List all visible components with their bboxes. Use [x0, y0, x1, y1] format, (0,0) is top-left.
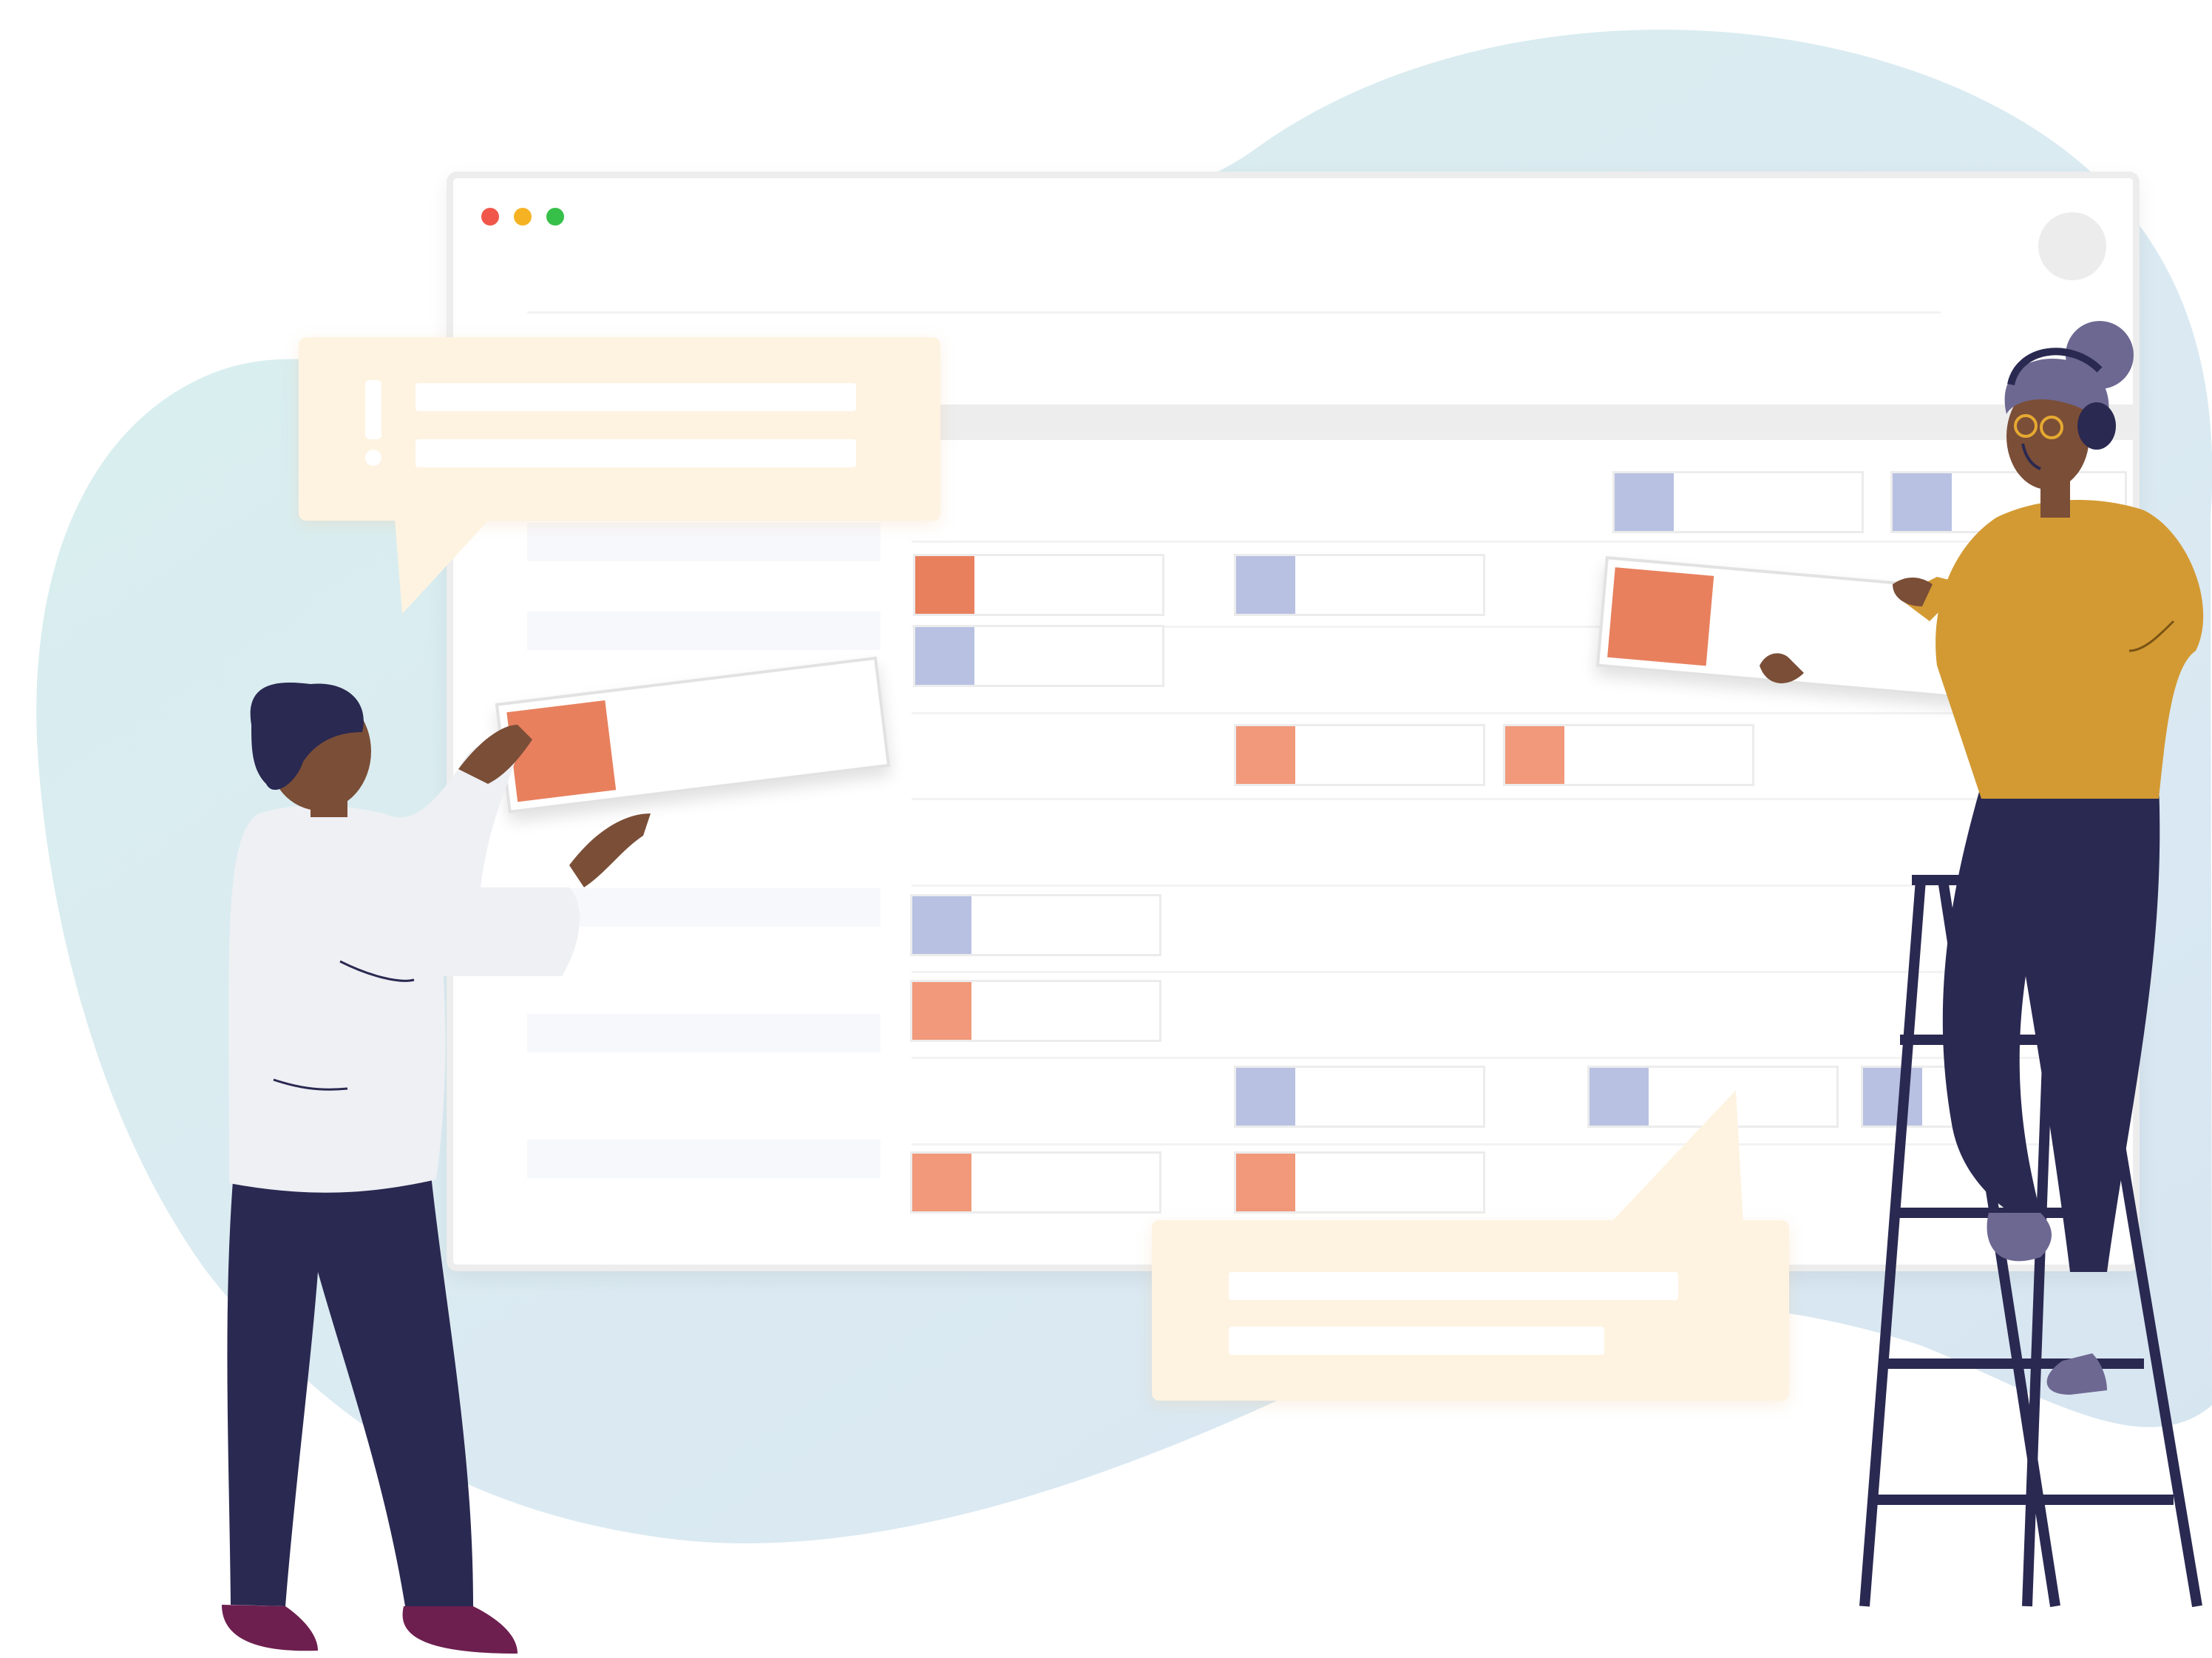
man-figure — [222, 683, 651, 1654]
people-illustration — [222, 321, 2204, 1654]
